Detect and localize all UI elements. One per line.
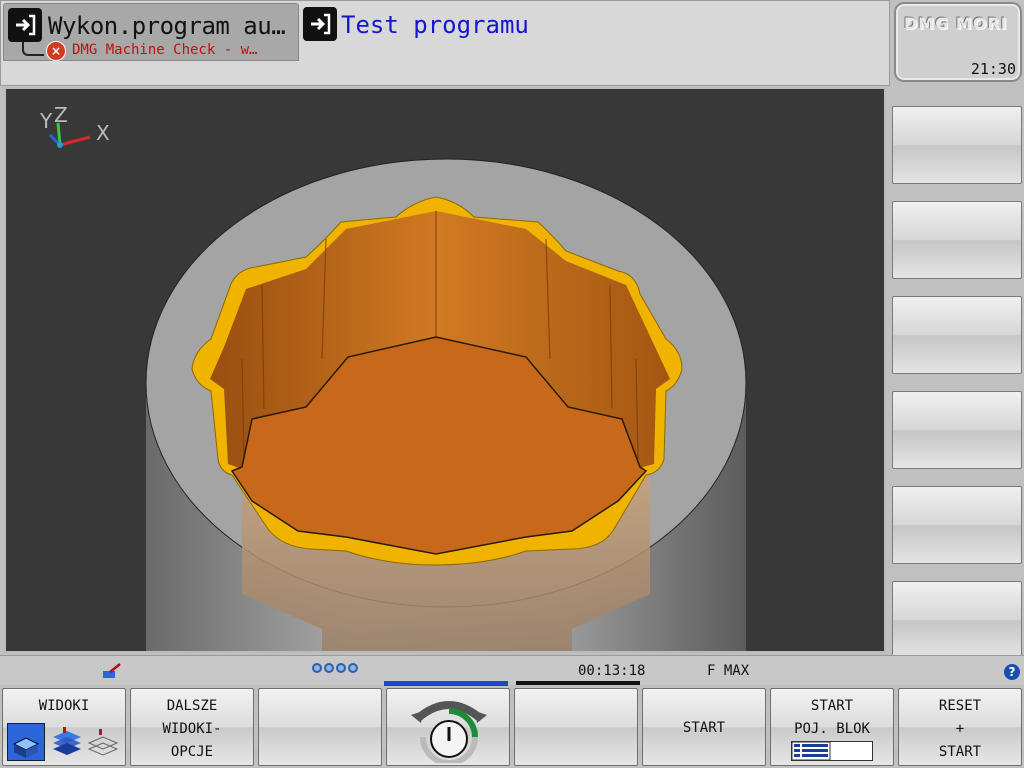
softkey-label: RESET: [938, 698, 982, 714]
tab-program-run[interactable]: Wykon.program au… × DMG Machine Check - …: [3, 3, 299, 61]
simulation-viewport[interactable]: Y Z X: [4, 87, 886, 653]
runtime-counter: 00:13:18: [578, 663, 646, 679]
axis-triad: Y Z X: [36, 103, 116, 153]
axis-label-x: X: [96, 121, 110, 145]
mode-arrow-icon[interactable]: [303, 7, 337, 41]
part-rendering: [145, 158, 747, 651]
feed-rate: F MAX: [707, 663, 750, 679]
mode-arrow-icon: [8, 8, 42, 42]
softkey-label: START: [938, 744, 982, 760]
softkey-more-view-options[interactable]: DALSZE WIDOKI- OPCJE: [130, 688, 254, 766]
vertical-softkey-2[interactable]: [892, 201, 1022, 279]
softkey-start[interactable]: START: [642, 688, 766, 766]
vertical-softkey-6[interactable]: [892, 581, 1022, 659]
tab-program-run-title: Wykon.program au…: [48, 12, 286, 40]
softkey-row-indicator: [516, 681, 640, 685]
softkey-label: START: [810, 698, 854, 714]
speed-dial-icon: [409, 693, 489, 768]
cnc-screen: Wykon.program au… × DMG Machine Check - …: [0, 0, 1024, 768]
softkey-label: WIDOKI-: [162, 721, 222, 737]
brand-logo: DMG MORI: [904, 14, 1008, 33]
page-indicator: [312, 663, 358, 673]
softkey-empty-3[interactable]: [258, 688, 382, 766]
edit-pen-icon: [102, 662, 122, 684]
tab-program-test[interactable]: Test programu: [341, 11, 529, 39]
page-dot: [348, 663, 358, 673]
view-wire-icon: [87, 727, 121, 765]
softkey-label: OPCJE: [170, 744, 214, 760]
softkey-views[interactable]: WIDOKI: [2, 688, 126, 766]
link-connector-icon: [22, 42, 44, 56]
status-bar: 00:13:18 F MAX ?: [0, 655, 1024, 685]
page-dot: [312, 663, 322, 673]
softkey-label: DALSZE: [166, 698, 218, 714]
view-layers-icon: [51, 727, 83, 765]
vertical-softkey-4[interactable]: [892, 391, 1022, 469]
error-icon[interactable]: ×: [46, 41, 66, 61]
softkey-label: POJ. BLOK: [794, 721, 870, 737]
softkey-speed-dial[interactable]: [386, 688, 510, 766]
single-block-icon: [791, 741, 873, 761]
view-3d-icon: [7, 723, 45, 761]
softkey-empty-5[interactable]: [514, 688, 638, 766]
axis-label-y: Y: [40, 109, 53, 133]
clock: 21:30: [970, 60, 1016, 78]
softkey-label: WIDOKI: [38, 698, 90, 714]
softkey-start-single-block[interactable]: START POJ. BLOK: [770, 688, 894, 766]
vertical-softkey-5[interactable]: [892, 486, 1022, 564]
vertical-softkey-1[interactable]: [892, 106, 1022, 184]
brand-clock-box: DMG MORI 21:30: [894, 2, 1022, 82]
help-icon[interactable]: ?: [1004, 664, 1020, 680]
axis-label-z: Z: [54, 103, 68, 127]
page-dot: [336, 663, 346, 673]
softkey-label: START: [682, 720, 726, 736]
header: Wykon.program au… × DMG Machine Check - …: [0, 0, 890, 86]
vertical-softkey-3[interactable]: [892, 296, 1022, 374]
softkey-label: +: [955, 721, 965, 737]
page-dot: [324, 663, 334, 673]
softkey-row-indicator-active: [384, 681, 508, 686]
tab-program-run-subtitle: DMG Machine Check - w…: [72, 42, 258, 58]
softkey-reset-start[interactable]: RESET + START: [898, 688, 1022, 766]
